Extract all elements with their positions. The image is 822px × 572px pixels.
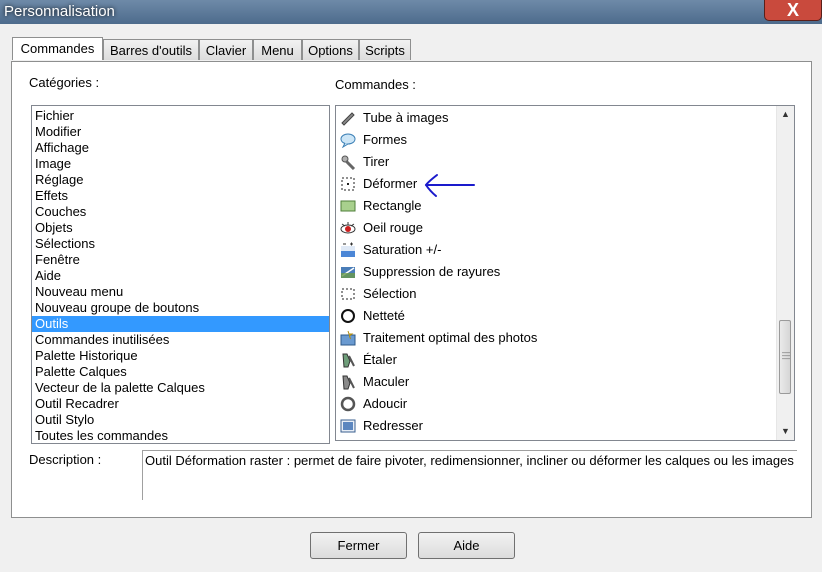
command-item[interactable]: Tube à images [336, 107, 776, 129]
command-item[interactable]: Suppression de rayures [336, 261, 776, 283]
categories-label: Catégories : [29, 75, 100, 90]
category-item[interactable]: Commandes inutilisées [32, 332, 329, 348]
command-item[interactable]: Netteté [336, 305, 776, 327]
command-item[interactable]: Sélection [336, 283, 776, 305]
category-item[interactable]: Vecteur de la palette Calques [32, 380, 329, 396]
category-item[interactable]: Modifier [32, 124, 329, 140]
shapes-icon [340, 133, 356, 148]
category-item[interactable]: Outil Stylo [32, 412, 329, 428]
category-item[interactable]: Outil Recadrer [32, 396, 329, 412]
category-item[interactable]: Sélections [32, 236, 329, 252]
scroll-thumb[interactable]: — — — [779, 320, 791, 394]
red-eye-icon [340, 222, 356, 234]
tab-barres-outils[interactable]: Barres d'outils [103, 39, 199, 60]
description-text: Outil Déformation raster : permet de fai… [142, 450, 797, 500]
command-item[interactable]: Maculer [336, 371, 776, 393]
close-window-button[interactable]: X [764, 0, 822, 21]
scratch-remover-icon [341, 267, 355, 278]
command-item[interactable]: Formes [336, 129, 776, 151]
tab-clavier[interactable]: Clavier [199, 39, 253, 60]
rectangle-icon [340, 200, 356, 212]
tab-commandes[interactable]: Commandes [12, 37, 103, 60]
photo-fix-icon [340, 330, 356, 346]
annotation-arrow-icon [424, 174, 475, 197]
category-item[interactable]: Aide [32, 268, 329, 284]
category-item[interactable]: Fichier [32, 108, 329, 124]
close-button[interactable]: Fermer [310, 532, 407, 559]
sharpen-icon [341, 309, 355, 323]
category-item[interactable]: Objets [32, 220, 329, 236]
category-item[interactable]: Toutes les commandes [32, 428, 329, 443]
command-item[interactable]: Redresser [336, 415, 776, 437]
title-bar: Personnalisation X [0, 0, 822, 24]
command-item[interactable]: Étaler [336, 349, 776, 371]
picture-tube-icon [341, 112, 355, 126]
push-icon [341, 155, 356, 170]
category-item[interactable]: Nouveau menu [32, 284, 329, 300]
straighten-icon [340, 419, 356, 433]
category-item[interactable]: Couches [32, 204, 329, 220]
saturation-icon [341, 242, 355, 257]
grip-icon: — — — [782, 348, 790, 363]
category-item-selected[interactable]: Outils [32, 316, 329, 332]
command-item[interactable]: Saturation +/- [336, 239, 776, 261]
help-button[interactable]: Aide [418, 532, 515, 559]
category-item[interactable]: Affichage [32, 140, 329, 156]
command-item[interactable]: Adoucir [336, 393, 776, 415]
tab-menu[interactable]: Menu [253, 39, 302, 60]
commands-label: Commandes : [335, 77, 416, 92]
category-item[interactable]: Palette Historique [32, 348, 329, 364]
soften-icon [340, 396, 356, 412]
smear-icon [342, 375, 355, 390]
command-item[interactable]: Traitement optimal des photos [336, 327, 776, 349]
smudge-icon [342, 353, 355, 368]
category-item[interactable]: Fenêtre [32, 252, 329, 268]
tab-scripts[interactable]: Scripts [359, 39, 411, 60]
tab-options[interactable]: Options [302, 39, 359, 60]
category-item[interactable]: Réglage [32, 172, 329, 188]
deform-icon [341, 177, 355, 191]
scroll-up-icon[interactable]: ▲ [777, 106, 794, 123]
command-item[interactable]: Oeil rouge [336, 217, 776, 239]
commands-scrollbar[interactable]: ▲ — — — ▼ [776, 106, 794, 440]
category-item[interactable]: Effets [32, 188, 329, 204]
selection-icon [341, 288, 355, 300]
scroll-down-icon[interactable]: ▼ [777, 423, 794, 440]
category-item[interactable]: Nouveau groupe de boutons [32, 300, 329, 316]
category-item[interactable]: Image [32, 156, 329, 172]
command-item[interactable]: Déformer [336, 173, 776, 195]
categories-list[interactable]: Fichier Modifier Affichage Image Réglage… [31, 105, 330, 444]
command-item[interactable]: Tirer [336, 151, 776, 173]
window-title: Personnalisation [4, 3, 115, 20]
command-item[interactable]: Rectangle [336, 195, 776, 217]
commands-list[interactable]: Tube à images Formes Tirer Déformer Rect… [335, 105, 795, 441]
category-item[interactable]: Palette Calques [32, 364, 329, 380]
description-label: Description : [29, 452, 102, 467]
